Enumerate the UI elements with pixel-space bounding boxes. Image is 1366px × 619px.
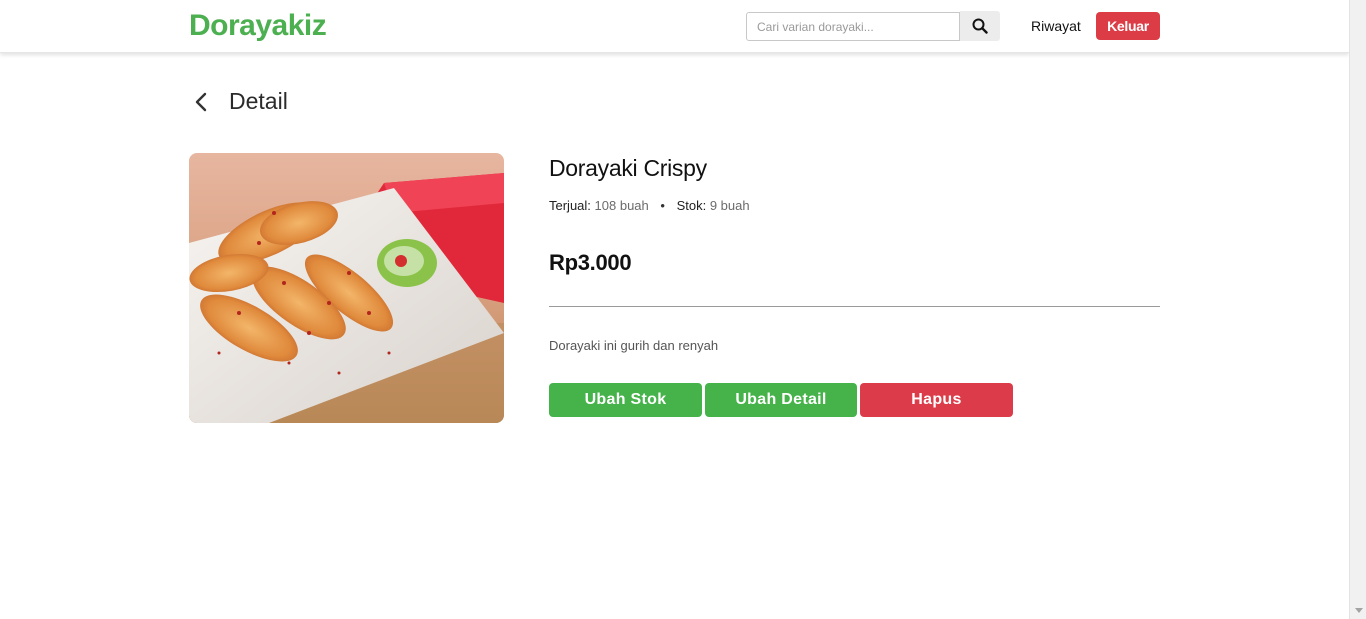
search-button[interactable] [960,11,1000,41]
chevron-left-icon [195,92,207,112]
sold-label: Terjual: [549,198,591,213]
product-meta: Terjual: 108 buah • Stok: 9 buah [549,198,750,213]
product-description: Dorayaki ini gurih dan renyah [549,338,719,353]
brand-logo[interactable]: Dorayakiz [189,9,327,43]
stock-value: 9 buah [709,198,750,213]
search-icon [972,18,988,34]
delete-button[interactable]: Hapus [860,383,1013,417]
vertical-scrollbar[interactable] [1349,0,1366,619]
divider [549,306,1160,307]
meta-separator: • [660,198,665,213]
product-price: Rp3.000 [549,250,632,275]
top-navbar: Dorayakiz Riwayat Keluar [0,0,1349,53]
edit-detail-button[interactable]: Ubah Detail [705,383,857,417]
nav-link-history[interactable]: Riwayat [1031,18,1081,34]
search-input[interactable] [746,12,960,41]
logout-button[interactable]: Keluar [1096,12,1160,40]
product-image [189,153,504,423]
page-title: Detail [229,88,288,114]
scroll-down-icon[interactable] [1355,608,1363,613]
sold-value: 108 buah [594,198,649,213]
edit-stock-button[interactable]: Ubah Stok [549,383,702,417]
stock-label: Stok: [676,198,707,213]
product-name: Dorayaki Crispy [549,155,707,181]
back-button[interactable] [189,90,213,114]
